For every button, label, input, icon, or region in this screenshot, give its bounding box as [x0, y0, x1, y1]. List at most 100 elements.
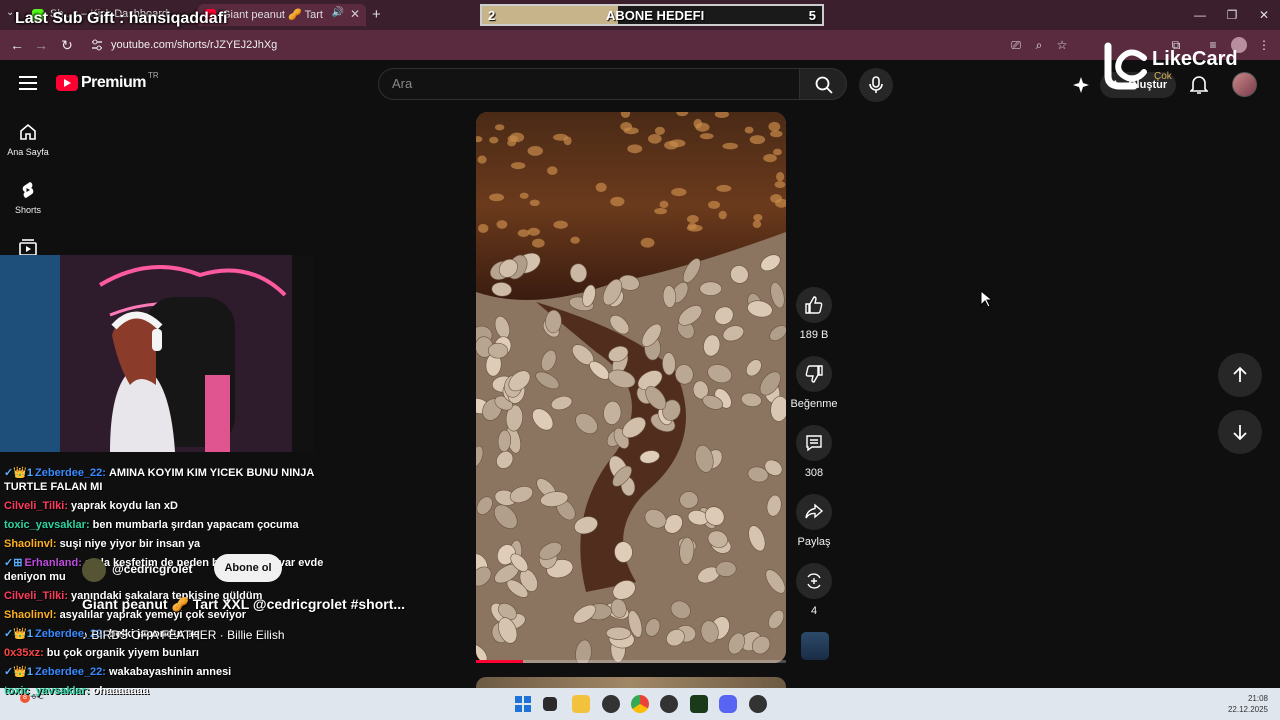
chat-username[interactable]: Shaolinvl: — [4, 538, 57, 550]
caramel-nut — [517, 229, 530, 237]
sidebar-item-home[interactable]: Ana Sayfa — [0, 122, 56, 157]
chat-username[interactable]: toxic_yavsaklar: — [4, 685, 90, 697]
peanut-tart-video-frame — [476, 112, 786, 663]
music-note-icon: ♪ — [82, 628, 92, 642]
cast-icon[interactable]: ⎚ — [1008, 37, 1024, 53]
caramel-nut — [753, 213, 763, 221]
caramel-nut — [718, 210, 727, 220]
shorts-icon — [22, 182, 34, 198]
video-progress-bar[interactable] — [476, 660, 786, 663]
next-short-button[interactable] — [1218, 410, 1262, 454]
caramel-nut — [531, 238, 545, 248]
edge-icon[interactable] — [660, 695, 678, 713]
channel-avatar — [82, 558, 106, 582]
sidebar-item-label: Ana Sayfa — [7, 147, 49, 157]
windows-start-icon[interactable] — [514, 695, 532, 713]
previous-short-button[interactable] — [1218, 353, 1262, 397]
channel-name[interactable]: @cedricgrolet — [82, 558, 192, 582]
goal-current: 2 — [488, 8, 496, 23]
caramel-nut — [744, 126, 754, 134]
search-input[interactable]: Ara — [378, 68, 800, 100]
bookmark-star-icon[interactable]: ☆ — [1054, 37, 1070, 53]
user-badges: ✓⊞ — [4, 557, 23, 569]
caramel-nut — [654, 126, 665, 136]
close-tab-icon[interactable]: ✕ — [350, 7, 360, 21]
share-button[interactable] — [796, 494, 832, 530]
chat-text: yaprak koydu lan xD — [71, 500, 178, 512]
user-badges: ✓👑1 — [4, 666, 34, 678]
site-info-icon[interactable] — [90, 38, 104, 52]
caramel-nut — [507, 139, 517, 147]
subscribe-button[interactable]: Abone ol — [214, 554, 282, 582]
caramel-nut — [776, 171, 785, 182]
chat-username[interactable]: Erhanland: — [24, 557, 81, 569]
remix-button[interactable] — [796, 563, 832, 599]
audio-icon[interactable]: 🔊 — [332, 7, 344, 18]
caramel-nut — [570, 236, 580, 244]
youtube-premium-logo[interactable]: Premium TR — [56, 70, 159, 92]
caramel-nut — [773, 148, 782, 156]
clock-time: 21:08 — [1247, 694, 1268, 703]
close-window-icon[interactable]: ✕ — [1248, 0, 1280, 30]
taskbar-clock[interactable]: 21:08 22.12.2025 — [1228, 693, 1268, 715]
back-icon[interactable]: ← — [8, 36, 26, 54]
search-button[interactable] — [799, 68, 847, 100]
caramel-nut — [527, 146, 544, 156]
zoom-icon[interactable]: ⌕ — [1031, 37, 1047, 53]
sparkle-icon[interactable] — [1072, 76, 1090, 94]
like-button[interactable] — [796, 287, 832, 323]
sponsor-name: LikeCard — [1152, 48, 1238, 70]
stream-chat: ✓👑1 Zeberdee_22: AMINA KOYIM KIM YICEK BUN… — [4, 466, 324, 703]
app-icon[interactable] — [602, 695, 620, 713]
mouse-cursor-icon — [980, 290, 992, 308]
forward-icon[interactable]: → — [32, 36, 50, 54]
short-title[interactable]: Giant peanut 🥜 Tart XXL @cedricgrolet #s… — [82, 596, 405, 613]
chat-username[interactable]: Zeberdee_22: — [35, 467, 106, 479]
music-credit[interactable]: ♪ BIRDS OF A FEATHER · Billie Eilish — [82, 628, 285, 642]
caramel-nut — [669, 139, 686, 148]
likecard-sponsor-logo: LikeCard Çok — [1100, 38, 1260, 94]
chat-username[interactable]: Cilveli_Tilki: — [4, 500, 68, 512]
caramel-nut — [477, 223, 489, 233]
chat-username[interactable]: Zeberdee_22: — [35, 666, 106, 678]
caramel-nut — [749, 135, 766, 145]
minimize-icon[interactable]: — — [1184, 0, 1216, 30]
caramel-nut — [647, 133, 662, 144]
file-explorer-icon[interactable] — [572, 695, 590, 713]
chat-text: ben mumbarla şırdan yapacam çocuma — [92, 519, 299, 531]
reload-icon[interactable]: ↻ — [58, 36, 76, 54]
caramel-nut — [489, 193, 505, 202]
chrome-icon[interactable] — [631, 695, 649, 713]
url-field[interactable]: youtube.com/shorts/rJZYEJ2JhXg — [84, 34, 1084, 56]
caramel-nut — [547, 166, 558, 175]
comment-icon — [806, 435, 822, 452]
voice-search-button[interactable] — [859, 68, 893, 102]
chat-username[interactable]: 0x35xz: — [4, 647, 44, 659]
chat-message: toxic_yavsaklar: ben mumbarla şırdan yapa… — [4, 518, 324, 532]
comments-button[interactable] — [796, 425, 832, 461]
peanut — [605, 626, 632, 640]
maximize-icon[interactable]: ❐ — [1216, 0, 1248, 30]
chat-username[interactable]: toxic_yavsaklar: — [4, 519, 90, 531]
shorts-video-player[interactable] — [476, 112, 786, 663]
goal-target: 5 — [808, 8, 816, 23]
task-view-icon[interactable] — [543, 697, 557, 711]
caramel-nut — [686, 215, 699, 224]
arrow-up-icon — [1233, 366, 1247, 382]
menu-icon[interactable] — [19, 76, 37, 90]
caramel-nut — [768, 121, 781, 132]
browser-app-icon[interactable] — [749, 695, 767, 713]
sidebar-item-shorts[interactable]: Shorts — [0, 180, 56, 215]
share-label: Paylaş — [797, 536, 831, 548]
chat-message: Shaolinvl: suşi niye yiyor bir insan ya — [4, 537, 324, 551]
music-text: BIRDS OF A FEATHER · Billie Eilish — [91, 628, 285, 642]
new-tab-icon[interactable]: + — [372, 6, 381, 23]
discord-icon[interactable] — [719, 695, 737, 713]
sound-thumbnail[interactable] — [801, 632, 829, 660]
obs-icon[interactable] — [690, 695, 708, 713]
chat-username[interactable]: Shaolinvl: — [4, 609, 57, 621]
comment-count: 308 — [804, 467, 824, 479]
dislike-button[interactable] — [796, 356, 832, 392]
chat-username[interactable]: Cilveli_Tilki: — [4, 590, 68, 602]
country-code: TR — [147, 70, 159, 80]
